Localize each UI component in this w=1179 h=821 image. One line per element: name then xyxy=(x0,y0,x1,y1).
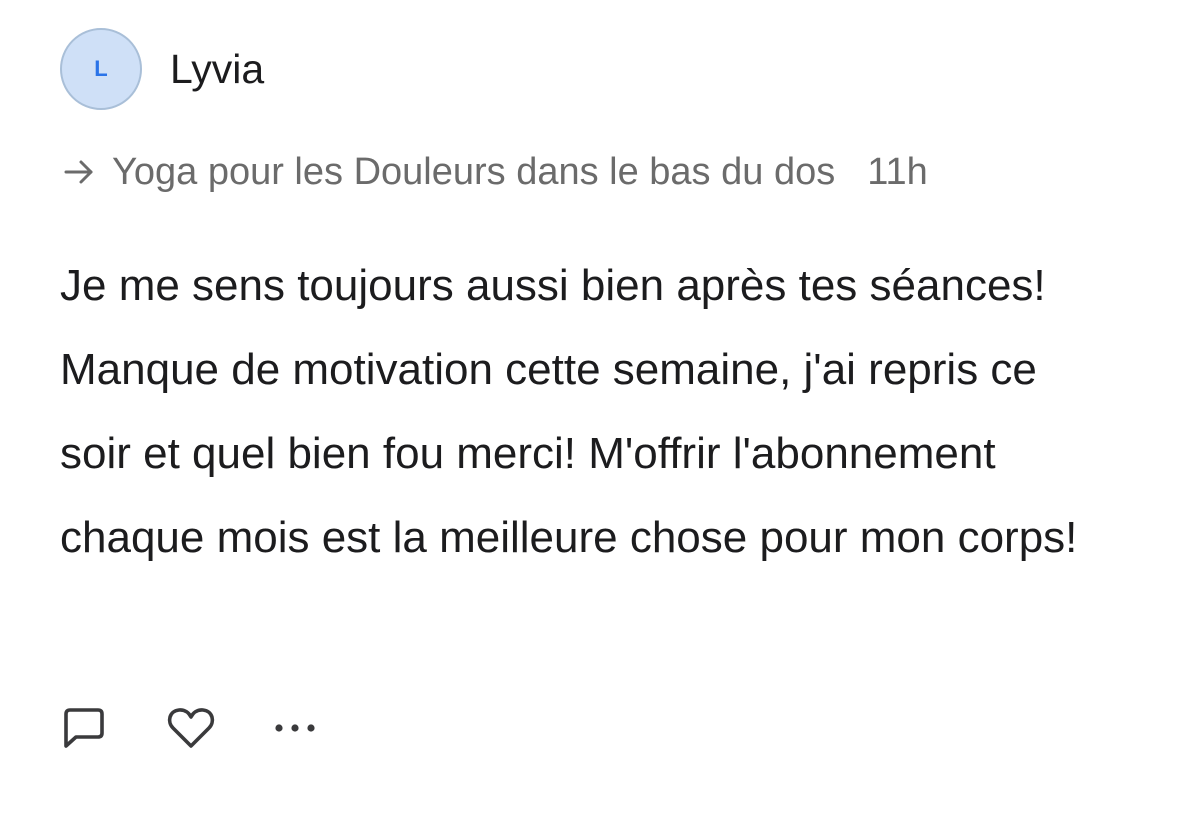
timestamp: 11h xyxy=(867,150,928,193)
avatar-initial: L xyxy=(94,56,108,81)
video-link[interactable]: Yoga pour les Douleurs dans le bas du do… xyxy=(112,151,835,194)
comment-header: L Lyvia xyxy=(60,28,264,110)
more-options-button[interactable] xyxy=(272,704,318,752)
author-name[interactable]: Lyvia xyxy=(170,46,264,93)
ellipsis-icon xyxy=(275,724,315,732)
like-button[interactable] xyxy=(166,704,216,752)
speech-bubble-icon xyxy=(64,708,104,748)
comment-actions xyxy=(60,704,318,752)
comment-context: Yoga pour les Douleurs dans le bas du do… xyxy=(62,148,928,196)
heart-icon xyxy=(167,708,215,748)
comment-body: Je me sens toujours aussi bien après tes… xyxy=(60,261,1078,562)
arrow-right-icon xyxy=(62,155,96,189)
comment-card: L Lyvia Yoga pour les Douleurs dans le b… xyxy=(0,0,1179,821)
reply-button[interactable] xyxy=(60,704,108,752)
avatar[interactable]: L xyxy=(60,28,142,110)
